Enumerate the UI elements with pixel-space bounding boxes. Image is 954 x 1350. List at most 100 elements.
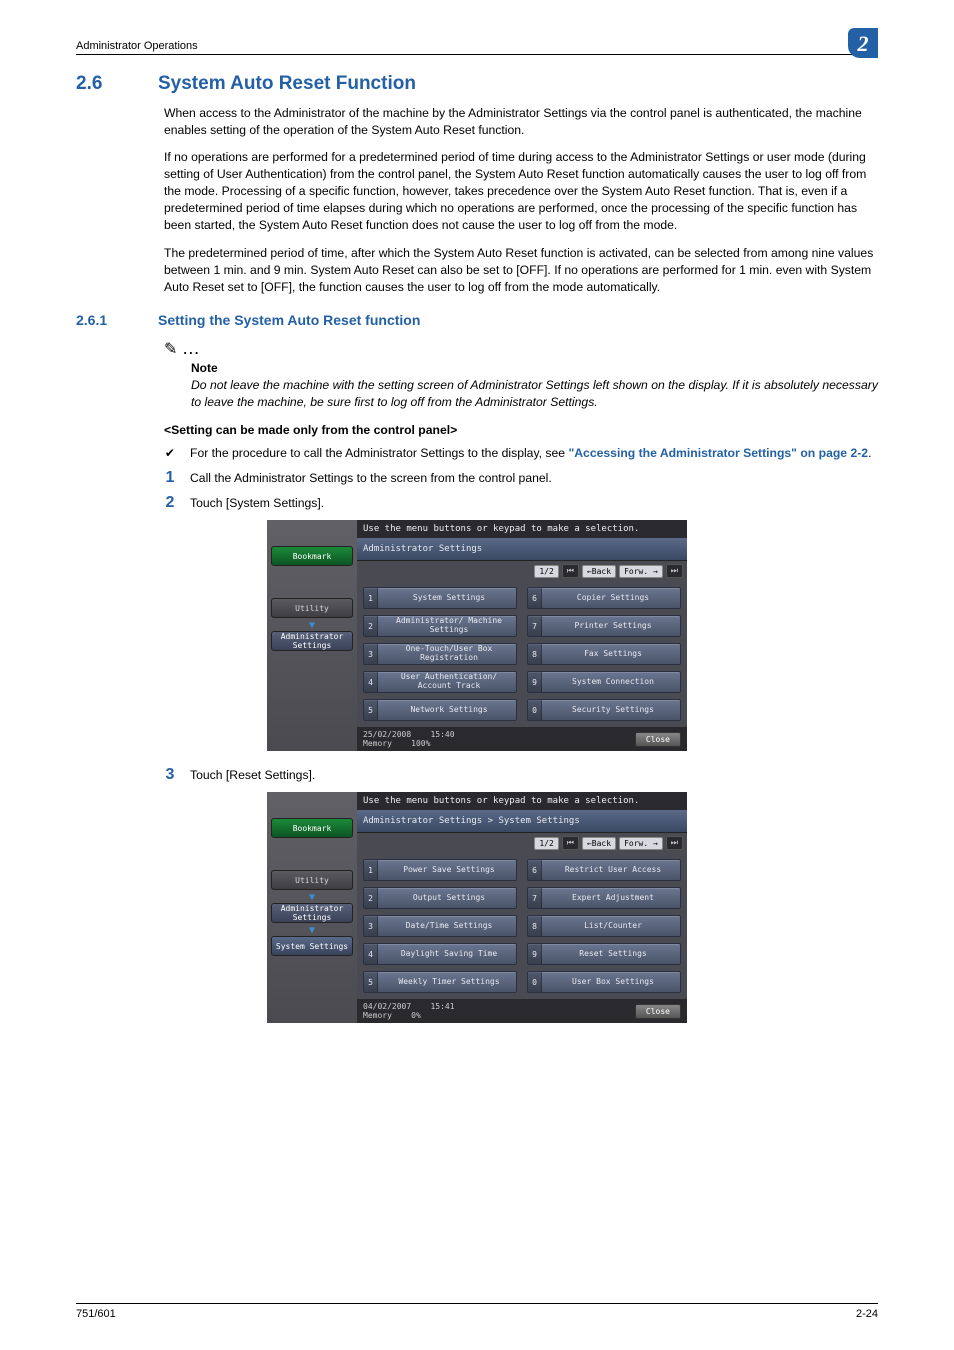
step-number: 3 [150,767,190,784]
menu-item-button[interactable]: 1 System Settings [363,587,517,609]
menu-item-label: One-Touch/User Box Registration [382,645,516,663]
menu-item-label: System Connection [546,678,680,687]
menu-item-button[interactable]: 5 Network Settings [363,699,517,721]
nav-prev-icon[interactable]: ⏮ [562,836,579,850]
menu-item-button[interactable]: 9 Reset Settings [527,943,681,965]
menu-item-label: Copier Settings [546,594,680,603]
menu-item-number: 1 [364,860,378,880]
utility-button[interactable]: Utility [271,598,353,618]
menu-item-button[interactable]: 7Printer Settings [527,615,681,637]
menu-item-label: Output Settings [382,894,516,903]
bookmark-button[interactable]: Bookmark [271,546,353,566]
menu-item-label: Printer Settings [546,622,680,631]
menu-item-button[interactable]: 2Administrator/ Machine Settings [363,615,517,637]
footer-mem-val: 0% [411,1011,421,1020]
step-number: 2 [150,495,190,512]
menu-item-label: Power Save Settings [382,866,516,875]
menu-item-button[interactable]: 3One-Touch/User Box Registration [363,643,517,665]
back-button[interactable]: ←Back [582,565,616,578]
menu-item-label: User Authentication/ Account Track [382,673,516,691]
menu-item-number: 2 [364,888,378,908]
system-settings-button[interactable]: System Settings [271,936,353,956]
menu-item-number: 6 [528,588,542,608]
close-button[interactable]: Close [635,732,681,747]
menu-item-button[interactable]: 6 Copier Settings [527,587,681,609]
menu-item-label: Reset Settings [546,950,680,959]
nav-next-icon[interactable]: ⏭ [666,564,683,578]
menu-item-button[interactable]: 0Security Settings [527,699,681,721]
menu-item-label: Daylight Saving Time [382,950,516,959]
menu-item-number: 5 [364,972,378,992]
sub-heading: <Setting can be made only from the contr… [164,423,878,437]
note-label: Note [191,361,878,375]
menu-item-label: Expert Adjustment [546,894,680,903]
ref-text-pre: For the procedure to call the Administra… [190,446,568,460]
footer-page: 2-24 [856,1308,878,1320]
menu-item-button[interactable]: 3Date/Time Settings [363,915,517,937]
arrow-down-icon: ▼ [267,925,357,936]
subsection-number: 2.6.1 [76,312,158,328]
bookmark-button[interactable]: Bookmark [271,818,353,838]
menu-item-button[interactable]: 2 Output Settings [363,887,517,909]
section-title: System Auto Reset Function [158,73,416,94]
close-button[interactable]: Close [635,1004,681,1019]
cross-reference-link[interactable]: "Accessing the Administrator Settings" o… [568,446,868,460]
menu-item-number: 7 [528,888,542,908]
menu-item-button[interactable]: 8Fax Settings [527,643,681,665]
nav-prev-icon[interactable]: ⏮ [562,564,579,578]
subsection-heading: 2.6.1Setting the System Auto Reset funct… [76,312,878,328]
footer-mem-label: Memory [363,739,392,748]
admin-settings-button[interactable]: Administrator Settings [271,903,353,923]
admin-settings-button[interactable]: Administrator Settings [271,631,353,651]
menu-item-number: 5 [364,700,378,720]
nav-next-icon[interactable]: ⏭ [666,836,683,850]
step-text: Touch [Reset Settings]. [190,767,315,784]
page-indicator: 1/2 [534,565,558,578]
menu-item-number: 9 [528,944,542,964]
section-number: 2.6 [76,73,158,95]
breadcrumb: Administrator Settings > System Settings [357,810,687,833]
step-1: 1 Call the Administrator Settings to the… [150,470,878,487]
footer-time: 15:40 [430,730,454,739]
admin-settings-screenshot: Bookmark Utility ▼ Administrator Setting… [267,520,687,751]
forward-button[interactable]: Forw. → [619,565,663,578]
menu-item-button[interactable]: 7 Expert Adjustment [527,887,681,909]
footer-mem-val: 100% [411,739,430,748]
body-para: If no operations are performed for a pre… [164,149,878,234]
footer-model: 751/601 [76,1308,116,1320]
menu-item-label: Weekly Timer Settings [382,978,516,987]
back-button[interactable]: ←Back [582,837,616,850]
body-para: The predetermined period of time, after … [164,245,878,296]
menu-item-button[interactable]: 5 Weekly Timer Settings [363,971,517,993]
menu-item-button[interactable]: 6 Restrict User Access [527,859,681,881]
footer-date: 04/02/2007 [363,1002,411,1011]
menu-item-number: 9 [528,672,542,692]
menu-item-number: 6 [528,860,542,880]
menu-item-label: System Settings [382,594,516,603]
utility-button[interactable]: Utility [271,870,353,890]
menu-item-label: Fax Settings [546,650,680,659]
menu-item-label: Network Settings [382,706,516,715]
subsection-title: Setting the System Auto Reset function [158,312,420,328]
menu-item-button[interactable]: 8List/Counter [527,915,681,937]
note-icon: ✎ … [164,338,878,359]
menu-item-button[interactable]: 1 Power Save Settings [363,859,517,881]
menu-item-button[interactable]: 9 System Connection [527,671,681,693]
chapter-badge: 2 [848,28,878,58]
procedure-ref: ✔ For the procedure to call the Administ… [150,445,878,462]
menu-item-button[interactable]: 4 Daylight Saving Time [363,943,517,965]
arrow-down-icon: ▼ [267,892,357,903]
menu-item-button[interactable]: 4User Authentication/ Account Track [363,671,517,693]
footer-date: 25/02/2008 [363,730,411,739]
ref-text-post: . [868,446,871,460]
menu-item-button[interactable]: 0User Box Settings [527,971,681,993]
menu-item-number: 4 [364,944,378,964]
menu-item-number: 8 [528,916,542,936]
menu-item-number: 1 [364,588,378,608]
instruction-text: Use the menu buttons or keypad to make a… [357,792,687,810]
menu-item-label: Restrict User Access [546,866,680,875]
note-text: Do not leave the machine with the settin… [191,377,878,411]
check-icon: ✔ [150,445,190,462]
forward-button[interactable]: Forw. → [619,837,663,850]
body-para: When access to the Administrator of the … [164,105,878,139]
